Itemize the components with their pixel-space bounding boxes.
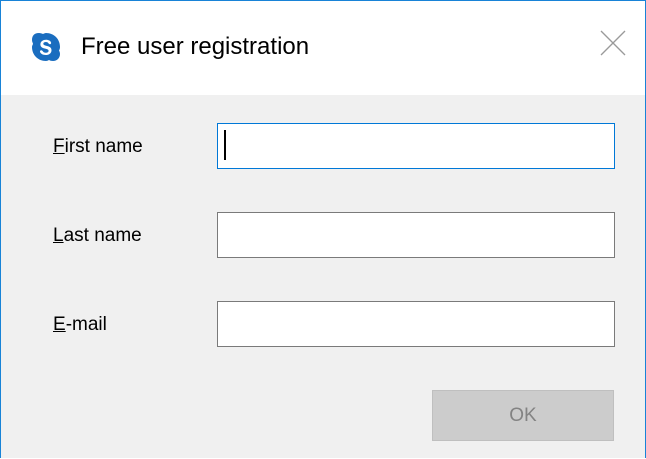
close-button[interactable] <box>589 21 637 69</box>
window-title: Free user registration <box>81 33 310 60</box>
registration-dialog: Free user registration First name Last n… <box>0 0 646 458</box>
ok-button-label: OK <box>509 404 537 426</box>
text-caret <box>224 130 226 160</box>
title-bar: Free user registration <box>1 1 645 95</box>
email-label-text: -mail <box>65 314 107 335</box>
skype-s-icon <box>30 31 62 63</box>
ok-button[interactable]: OK <box>432 390 614 441</box>
last-name-label-accel: L <box>53 225 64 246</box>
first-name-label-accel: F <box>53 136 65 157</box>
first-name-label: First name <box>53 136 143 158</box>
first-name-label-text: irst name <box>64 136 143 157</box>
last-name-label-text: ast name <box>63 225 142 246</box>
close-icon <box>600 30 626 61</box>
last-name-input[interactable] <box>217 212 615 258</box>
email-label: E-mail <box>53 314 107 336</box>
email-label-accel: E <box>53 314 66 335</box>
email-input[interactable] <box>217 301 615 347</box>
first-name-input[interactable] <box>217 123 615 169</box>
last-name-label: Last name <box>53 225 142 247</box>
